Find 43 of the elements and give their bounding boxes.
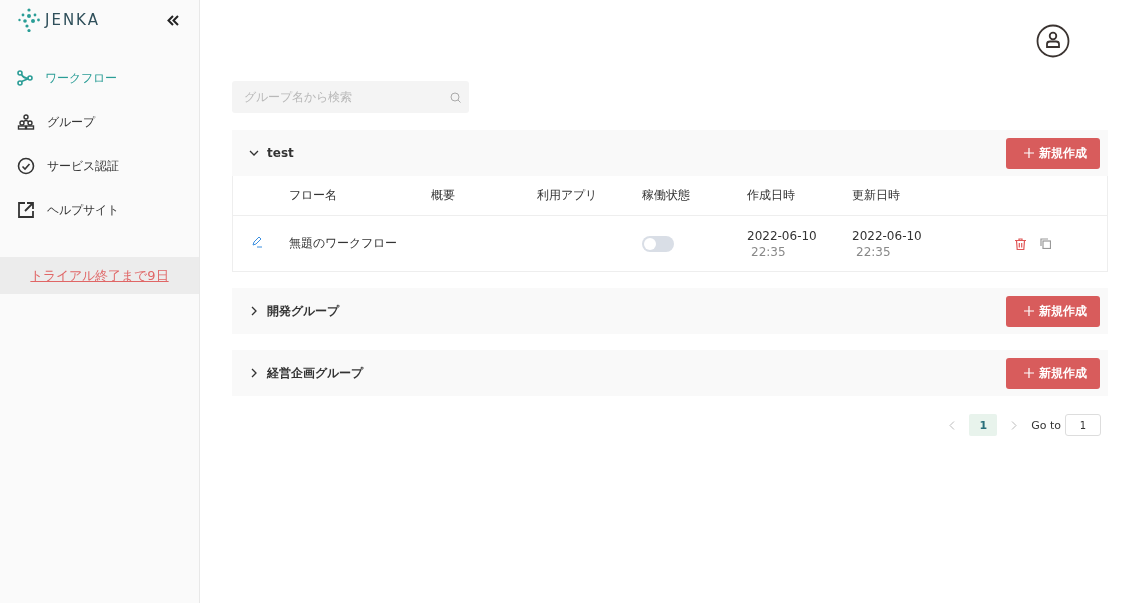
group-name: 経営企画グループ xyxy=(267,364,363,382)
chevron-icon[interactable] xyxy=(249,306,259,316)
nav-item[interactable]: ヘルプサイト xyxy=(0,188,199,232)
new-button[interactable]: 新規作成 xyxy=(1006,137,1100,169)
column-header: 作成日時 xyxy=(747,187,796,204)
workflow-icon xyxy=(17,70,33,86)
updated-time: 22:35 xyxy=(855,244,892,259)
page-button[interactable]: 1 xyxy=(969,414,998,436)
flow-name[interactable]: 無題のワークフロー xyxy=(289,235,431,252)
plus-icon xyxy=(1024,306,1034,316)
external-link-icon xyxy=(17,201,35,219)
created-date: 2022-06-10 xyxy=(747,228,818,243)
search-icon xyxy=(450,92,461,103)
new-button[interactable]: 新規作成 xyxy=(1006,295,1100,327)
created-time: 22:35 xyxy=(750,244,787,259)
group-name: test xyxy=(267,146,294,160)
chevron-icon[interactable] xyxy=(249,368,259,378)
logo-text: JENKA xyxy=(45,11,100,29)
trash-icon[interactable] xyxy=(1015,237,1026,250)
nav-item[interactable]: グループ xyxy=(0,100,199,144)
group-name: 開発グループ xyxy=(267,302,339,320)
goto-input[interactable]: 1 xyxy=(1065,414,1101,436)
nav-item[interactable]: サービス認証 xyxy=(0,144,199,188)
pencil-icon[interactable] xyxy=(251,236,263,248)
column-header: 概要 xyxy=(431,187,456,204)
column-header: フロー名 xyxy=(289,187,338,204)
check-circle-icon xyxy=(17,157,35,175)
chevron-icon[interactable] xyxy=(249,148,259,158)
collapse-icon[interactable] xyxy=(167,14,179,26)
status-toggle[interactable] xyxy=(642,235,674,252)
new-button[interactable]: 新規作成 xyxy=(1006,357,1100,389)
updated-date: 2022-06-10 xyxy=(852,228,923,243)
user-avatar-icon[interactable] xyxy=(1036,23,1070,58)
group-icon xyxy=(17,114,35,130)
plus-icon xyxy=(1024,148,1034,158)
column-header: 利用アプリ xyxy=(537,187,598,204)
copy-icon[interactable] xyxy=(1040,238,1051,249)
goto-label: Go to xyxy=(1031,418,1061,432)
logo-icon xyxy=(18,8,40,32)
nav-item[interactable]: ワークフロー xyxy=(0,56,199,100)
plus-icon xyxy=(1024,368,1034,378)
column-header: 稼働状態 xyxy=(642,187,691,204)
column-header: 更新日時 xyxy=(852,187,901,204)
